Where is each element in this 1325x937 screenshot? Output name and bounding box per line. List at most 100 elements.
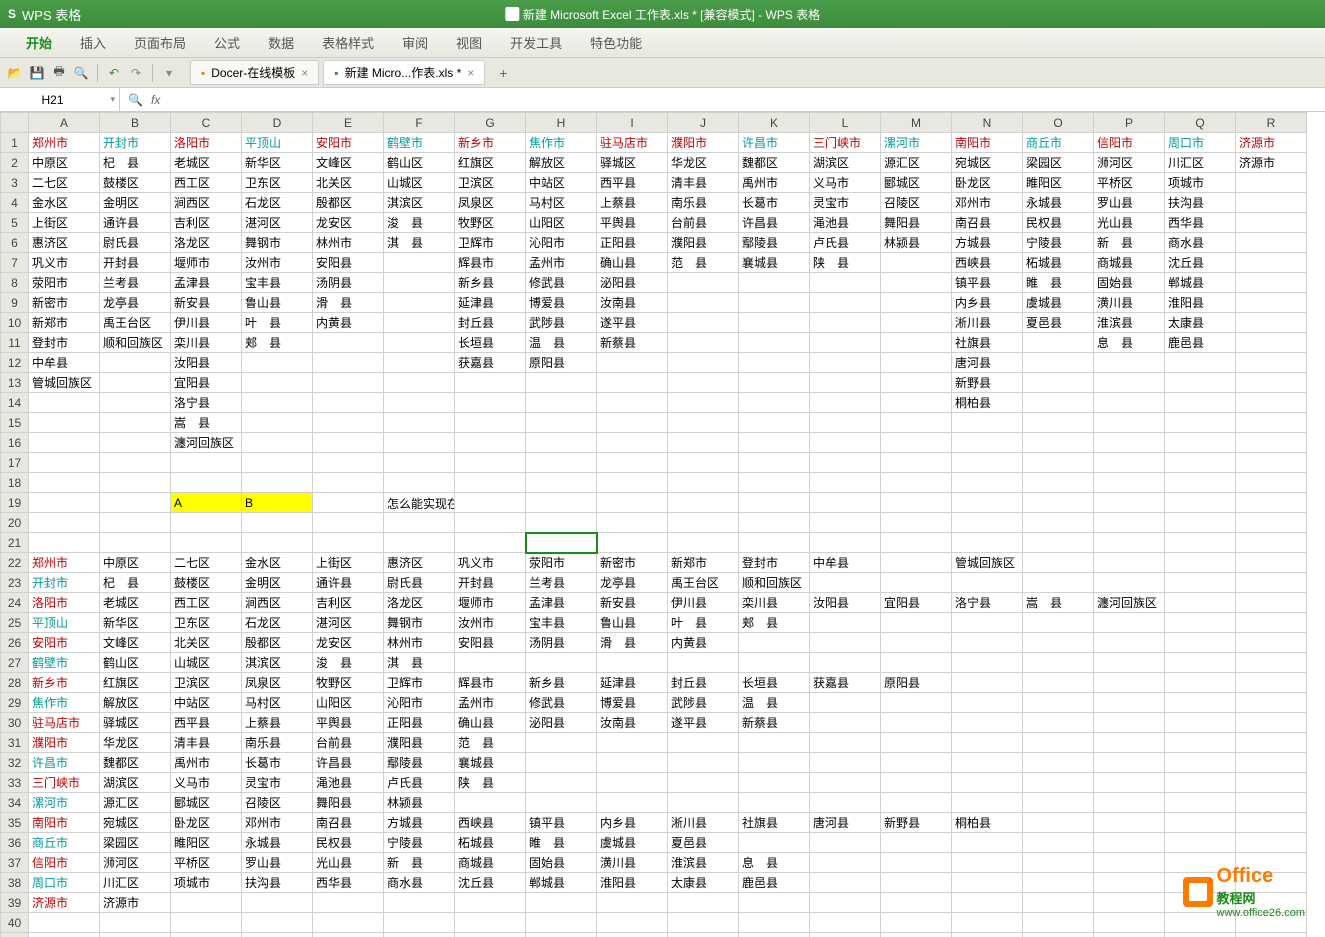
cell[interactable] (384, 353, 455, 373)
cell[interactable]: 召陵区 (242, 793, 313, 813)
cell[interactable] (668, 793, 739, 813)
cell[interactable]: 梁园区 (100, 833, 171, 853)
cell[interactable]: 浚 县 (384, 213, 455, 233)
cell[interactable] (384, 413, 455, 433)
cell[interactable]: 原阳县 (526, 353, 597, 373)
cell[interactable]: 禹州市 (171, 753, 242, 773)
cell[interactable] (1094, 473, 1165, 493)
cell[interactable] (810, 393, 881, 413)
cell[interactable] (1094, 433, 1165, 453)
cell[interactable]: 襄城县 (455, 753, 526, 773)
cell[interactable]: 卫滨区 (455, 173, 526, 193)
cell[interactable] (242, 533, 313, 553)
row-header-18[interactable]: 18 (1, 473, 29, 493)
cell[interactable]: 郏 县 (242, 333, 313, 353)
cell[interactable]: 堰师市 (171, 253, 242, 273)
cell[interactable]: 杞 县 (100, 573, 171, 593)
cell[interactable]: 红旗区 (100, 673, 171, 693)
cell[interactable] (455, 653, 526, 673)
row-header-34[interactable]: 34 (1, 793, 29, 813)
cell[interactable] (1165, 673, 1236, 693)
cell[interactable]: 淅川县 (668, 813, 739, 833)
cell[interactable]: 华龙区 (100, 733, 171, 753)
cell[interactable]: 延津县 (455, 293, 526, 313)
cell[interactable]: 栾川县 (739, 593, 810, 613)
cell[interactable]: 郑州市 (29, 553, 100, 573)
cell[interactable] (1236, 673, 1307, 693)
cell[interactable] (1094, 793, 1165, 813)
cell[interactable]: 民权县 (313, 833, 384, 853)
cell[interactable]: 柘城县 (1023, 253, 1094, 273)
cell[interactable]: 湛河区 (242, 213, 313, 233)
cell[interactable] (1094, 893, 1165, 913)
cell[interactable]: 叶 县 (668, 613, 739, 633)
cell[interactable]: 项城市 (171, 873, 242, 893)
cell[interactable] (1236, 713, 1307, 733)
cell[interactable] (1094, 633, 1165, 653)
cell[interactable] (100, 533, 171, 553)
cell[interactable] (1094, 773, 1165, 793)
cell[interactable] (881, 473, 952, 493)
cell[interactable] (526, 653, 597, 673)
cell[interactable]: 南阳市 (952, 133, 1023, 153)
cell[interactable]: 上蔡县 (242, 713, 313, 733)
cell[interactable]: 解放区 (100, 693, 171, 713)
row-header-32[interactable]: 32 (1, 753, 29, 773)
cell[interactable] (1165, 633, 1236, 653)
cell[interactable] (597, 793, 668, 813)
cell[interactable]: 渑池县 (810, 213, 881, 233)
cell[interactable]: 淮阳县 (597, 873, 668, 893)
row-header-24[interactable]: 24 (1, 593, 29, 613)
cell[interactable]: 新密市 (29, 293, 100, 313)
cell[interactable]: 吉利区 (171, 213, 242, 233)
cell[interactable]: 桐柏县 (952, 393, 1023, 413)
cell[interactable]: 许昌县 (313, 753, 384, 773)
cell[interactable]: 殷都区 (313, 193, 384, 213)
cell[interactable] (597, 413, 668, 433)
cell[interactable] (1236, 473, 1307, 493)
cell[interactable] (881, 833, 952, 853)
cell[interactable]: 商水县 (1165, 233, 1236, 253)
cell[interactable] (1236, 753, 1307, 773)
cell[interactable]: 兰考县 (526, 573, 597, 593)
cell[interactable]: 郏 县 (739, 613, 810, 633)
cell[interactable] (526, 773, 597, 793)
cell[interactable]: 南乐县 (668, 193, 739, 213)
cell[interactable] (952, 513, 1023, 533)
fx-label[interactable]: fx (151, 93, 160, 107)
cell[interactable] (100, 493, 171, 513)
cell[interactable]: 新郑市 (668, 553, 739, 573)
cell[interactable] (1023, 913, 1094, 933)
cell[interactable] (668, 753, 739, 773)
cell[interactable]: 牧野区 (313, 673, 384, 693)
col-header-Q[interactable]: Q (1165, 113, 1236, 133)
cell[interactable] (668, 733, 739, 753)
cell[interactable]: 洛龙区 (171, 233, 242, 253)
menu-开始[interactable]: 开始 (12, 27, 66, 58)
cell[interactable] (313, 473, 384, 493)
cell[interactable]: 召陵区 (881, 193, 952, 213)
cell[interactable] (952, 673, 1023, 693)
cell[interactable] (810, 693, 881, 713)
cell[interactable] (668, 493, 739, 513)
cell[interactable] (1236, 693, 1307, 713)
cell[interactable] (1236, 513, 1307, 533)
cell[interactable] (810, 333, 881, 353)
cell[interactable]: 西平县 (597, 173, 668, 193)
cell[interactable] (1094, 713, 1165, 733)
cell[interactable]: 顺和回族区 (100, 333, 171, 353)
cell[interactable] (668, 353, 739, 373)
cell[interactable]: 灵宝市 (810, 193, 881, 213)
cell[interactable]: 济源市 (1236, 133, 1307, 153)
cell[interactable]: 许昌县 (739, 213, 810, 233)
cell[interactable]: 通许县 (313, 573, 384, 593)
cell[interactable]: 杞 县 (100, 153, 171, 173)
cell[interactable] (1165, 933, 1236, 937)
cell[interactable]: 淮阳县 (1165, 293, 1236, 313)
cell[interactable]: 禹州市 (739, 173, 810, 193)
name-box[interactable]: H21 (0, 88, 120, 111)
cell[interactable] (455, 393, 526, 413)
cell[interactable] (526, 433, 597, 453)
cell[interactable] (597, 933, 668, 937)
cell[interactable]: 滑 县 (313, 293, 384, 313)
